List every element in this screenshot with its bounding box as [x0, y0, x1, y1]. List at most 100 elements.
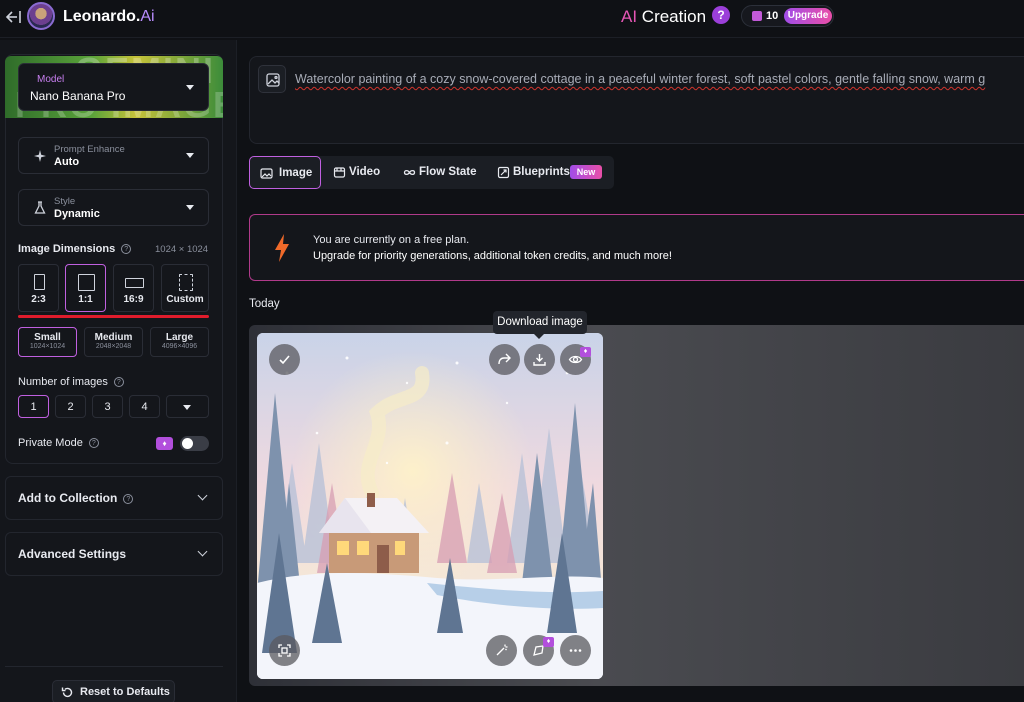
prompt-enhance-label: Prompt Enhance [54, 144, 125, 155]
token-icon [752, 11, 762, 21]
size-name: Large [165, 332, 194, 343]
help-button[interactable]: ? [712, 6, 730, 24]
premium-gem-icon: ♦ [580, 347, 591, 357]
caret-down-icon [186, 85, 194, 90]
token-balance[interactable]: 10 Upgrade [741, 5, 834, 27]
caret-down-icon [186, 205, 194, 210]
ratio-portrait-icon [34, 274, 45, 290]
info-icon[interactable]: ? [88, 438, 99, 449]
select-image-button[interactable] [269, 344, 300, 375]
size-large-button[interactable]: Large 4096×4096 [150, 327, 209, 357]
generation-tabs: Image Video Flow State Blueprints New [249, 156, 614, 189]
sidebar: GEMINI 3 PRO IMAGE Model Nano Banana Pro… [0, 40, 237, 702]
size-resolution: 2048×2048 [95, 343, 132, 350]
ratio-custom-icon [179, 274, 193, 291]
new-badge: New [570, 165, 602, 179]
add-to-collection-label: Add to Collection? [18, 491, 134, 505]
lightning-bolt-icon [272, 233, 292, 263]
style-label: Style [54, 196, 76, 207]
prompt-enhance-select[interactable]: Prompt Enhance Auto [18, 137, 209, 174]
chevron-down-icon [197, 546, 208, 557]
ratio-label: Custom [166, 294, 204, 305]
download-image-button[interactable] [524, 344, 555, 375]
upgrade-button[interactable]: Upgrade [784, 8, 832, 24]
number-of-images-heading: Number of images? [18, 376, 124, 388]
tab-flow-state[interactable]: Flow State [393, 156, 485, 189]
size-resolution: 1024×1024 [29, 343, 66, 350]
num-images-more-dropdown[interactable] [166, 395, 209, 418]
tab-image[interactable]: Image [249, 156, 321, 189]
free-plan-banner[interactable]: You are currently on a free plan. Upgrad… [249, 214, 1024, 281]
model-selector[interactable]: Model Nano Banana Pro [18, 63, 209, 111]
crop-scan-icon [278, 644, 291, 657]
advanced-settings-section[interactable]: Advanced Settings [5, 532, 223, 576]
reset-to-defaults-button[interactable]: Reset to Defaults [52, 680, 175, 702]
download-icon [533, 354, 546, 366]
model-value: Nano Banana Pro [30, 89, 126, 103]
image-icon [260, 167, 273, 180]
video-icon [333, 166, 346, 179]
ratio-label: 2:3 [31, 294, 46, 305]
toggle-knob [182, 438, 193, 449]
dimension-readout: 1024 × 1024 [155, 244, 209, 255]
ratio-2-3-button[interactable]: 2:3 [18, 264, 59, 312]
prompt-text[interactable]: Watercolor painting of a cozy snow-cover… [295, 72, 985, 86]
tab-label: Video [349, 166, 381, 178]
size-small-button[interactable]: Small 1024×1024 [18, 327, 77, 357]
num-images-4-button[interactable]: 4 [129, 395, 160, 418]
size-resolution: 4096×4096 [161, 343, 198, 350]
brand-name[interactable]: Leonardo.Ai [63, 8, 155, 26]
magic-edit-button[interactable] [486, 635, 517, 666]
check-icon [279, 355, 290, 365]
remove-background-button[interactable] [269, 635, 300, 666]
ratio-16-9-button[interactable]: 16:9 [113, 264, 154, 312]
sidebar-divider [5, 666, 223, 667]
private-mode-toggle[interactable] [180, 436, 209, 451]
info-icon[interactable]: ? [121, 244, 132, 255]
info-icon[interactable]: ? [123, 493, 134, 504]
tooltip-arrow [534, 334, 544, 339]
more-options-button[interactable] [560, 635, 591, 666]
num-images-3-button[interactable]: 3 [92, 395, 123, 418]
model-label: Model [37, 74, 65, 85]
ratio-label: 1:1 [78, 294, 93, 305]
banner-line-1: You are currently on a free plan. [313, 234, 470, 246]
num-images-1-button[interactable]: 1 [18, 395, 49, 418]
image-dimensions-heading: Image Dimensions? [18, 243, 132, 255]
generated-image[interactable] [257, 333, 603, 679]
private-mode-heading: Private Mode? [18, 437, 99, 449]
share-icon [498, 353, 511, 365]
image-guidance-button[interactable] [258, 65, 286, 93]
size-name: Small [34, 332, 61, 343]
flask-icon [33, 201, 47, 215]
ratio-1-1-button[interactable]: 1:1 [65, 264, 106, 312]
style-value: Dynamic [54, 208, 100, 220]
premium-gem-icon: ♦ [156, 437, 173, 450]
ratio-custom-button[interactable]: Custom [161, 264, 209, 312]
sparkle-icon [33, 149, 47, 163]
watercolor-cottage-image [257, 333, 603, 679]
add-to-collection-section[interactable]: Add to Collection? [5, 476, 223, 520]
tab-label: Image [279, 167, 313, 179]
tab-label: Flow State [419, 166, 477, 178]
share-button[interactable] [489, 344, 520, 375]
tab-blueprints[interactable]: Blueprints New [487, 156, 607, 189]
chevron-down-icon [197, 490, 208, 501]
style-select[interactable]: Style Dynamic [18, 189, 209, 226]
back-arrow-icon[interactable] [3, 7, 23, 27]
date-group-label: Today [249, 298, 280, 310]
ratio-square-icon [78, 274, 95, 291]
caret-down-icon [186, 153, 194, 158]
num-images-2-button[interactable]: 2 [55, 395, 86, 418]
reset-icon [61, 686, 74, 699]
tab-label: Blueprints [513, 166, 570, 178]
banner-line-2: Upgrade for priority generations, additi… [313, 250, 672, 262]
leonardo-logo-avatar[interactable] [27, 2, 55, 30]
infinity-icon [403, 166, 416, 179]
token-count: 10 [766, 10, 779, 22]
size-medium-button[interactable]: Medium 2048×2048 [84, 327, 143, 357]
prompt-input[interactable]: Watercolor painting of a cozy snow-cover… [249, 56, 1024, 144]
caret-down-icon [183, 405, 191, 410]
info-icon[interactable]: ? [113, 377, 124, 388]
tab-video[interactable]: Video [323, 156, 391, 189]
